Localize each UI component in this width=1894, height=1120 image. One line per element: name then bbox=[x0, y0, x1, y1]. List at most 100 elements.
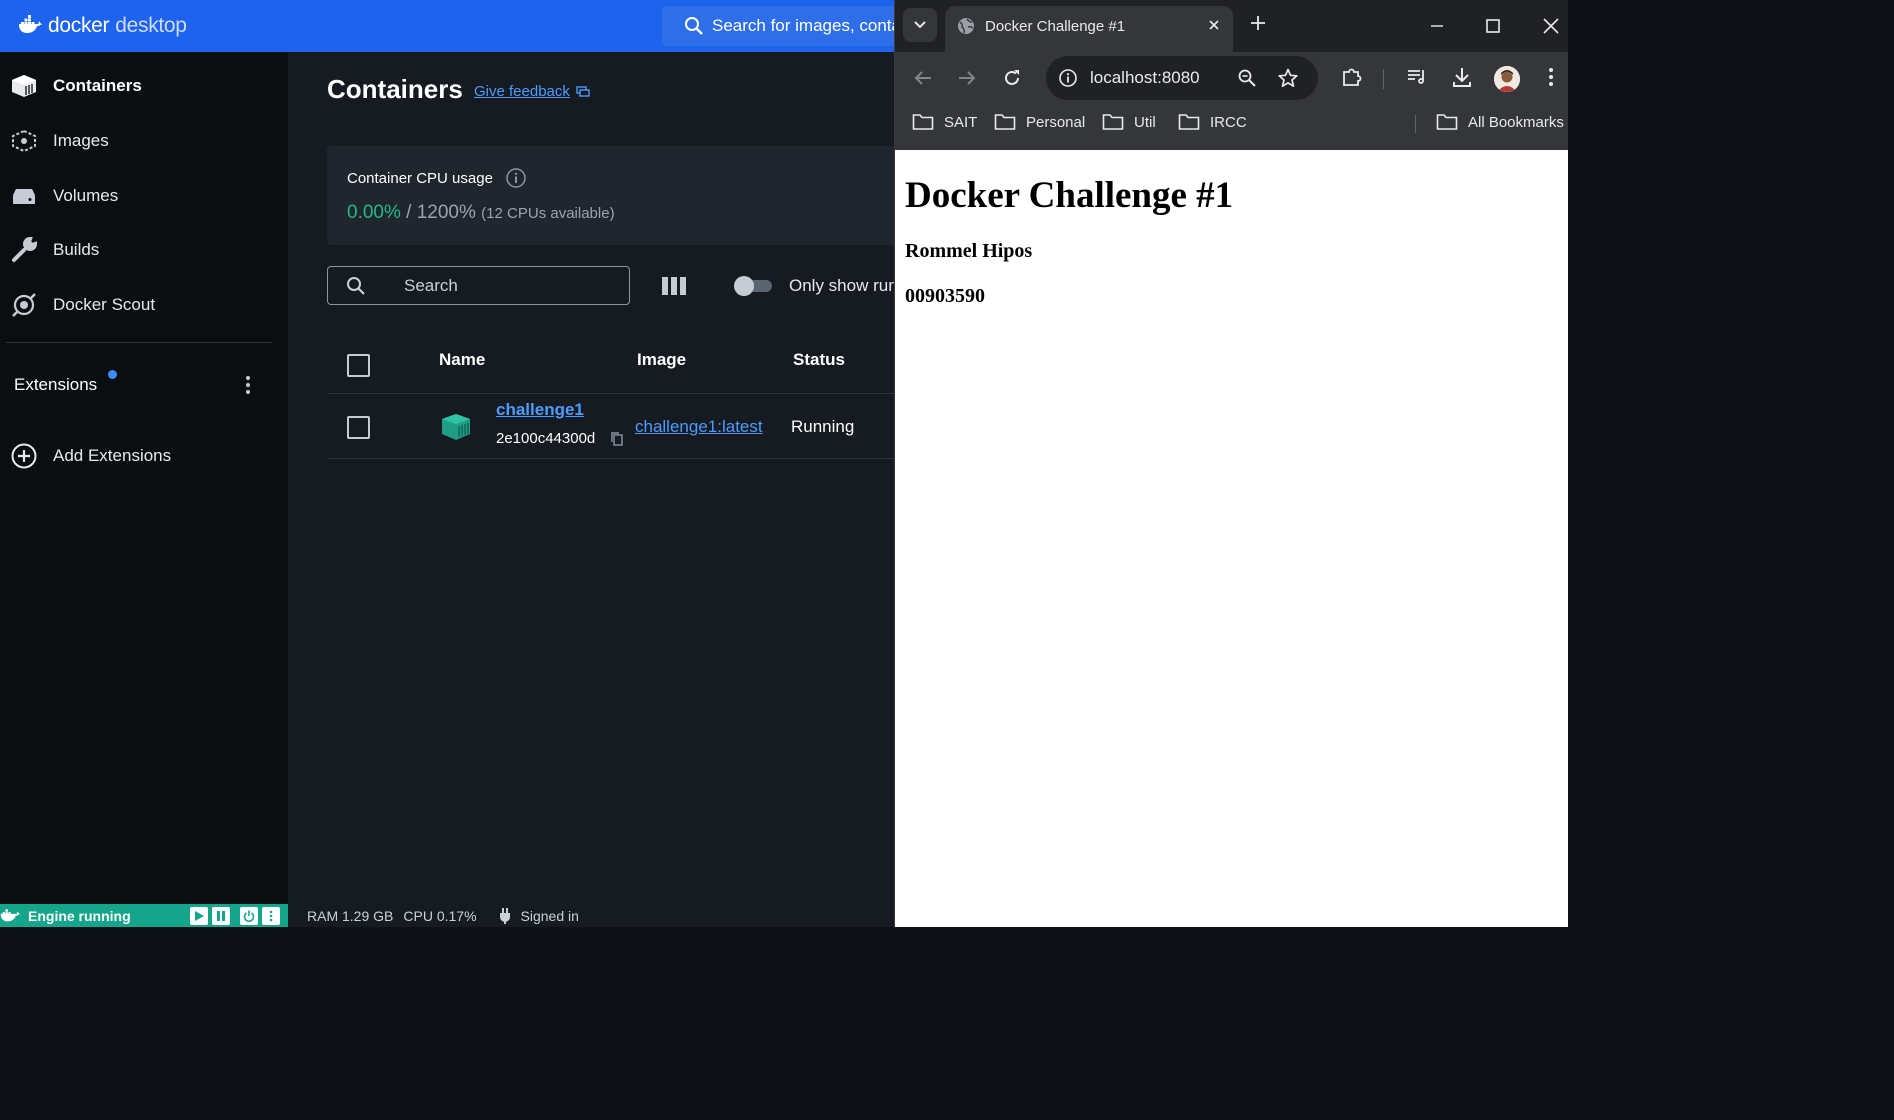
cpu-usage-card: Container CPU usage 0.00% / 1200% (12 CP… bbox=[327, 146, 907, 245]
scout-icon bbox=[10, 291, 38, 319]
cpu-usage-separator: / bbox=[406, 202, 412, 223]
sidebar-item-label: Builds bbox=[53, 240, 100, 259]
container-status: Running bbox=[791, 417, 855, 436]
browser-tab[interactable]: Docker Challenge #1 bbox=[945, 6, 1233, 52]
column-header-image[interactable]: Image bbox=[637, 350, 686, 370]
sidebar-item-images[interactable]: Images bbox=[0, 119, 288, 163]
search-input[interactable]: Search bbox=[327, 266, 630, 305]
extensions-label[interactable]: Extensions bbox=[14, 375, 97, 395]
zoom-out-icon[interactable] bbox=[1238, 69, 1256, 87]
folder-icon bbox=[994, 114, 1016, 130]
sidebar-item-label: Volumes bbox=[53, 186, 119, 205]
close-window-icon[interactable] bbox=[1542, 17, 1560, 35]
address-bar[interactable]: localhost:8080 bbox=[1046, 56, 1318, 100]
page-title: Containers bbox=[327, 74, 463, 104]
volumes-icon bbox=[10, 182, 38, 210]
search-placeholder: Search bbox=[404, 275, 458, 295]
toolbar: localhost:8080 SAIT Personal Util IRCC A… bbox=[895, 52, 1568, 150]
site-info-icon[interactable] bbox=[1058, 68, 1078, 88]
docker-logo[interactable]: docker desktop bbox=[18, 12, 187, 40]
sidebar-item-containers[interactable]: Containers bbox=[0, 64, 288, 108]
toggle-knob bbox=[734, 276, 754, 296]
web-page-content: Docker Challenge #1 Rommel Hipos 0090359… bbox=[895, 150, 1568, 927]
cpu-usage: CPU 0.17% bbox=[403, 908, 477, 924]
column-header-name[interactable]: Name bbox=[439, 350, 485, 370]
global-search[interactable]: Search for images, containers, volumes, … bbox=[662, 6, 902, 46]
sidebar: Containers Images Volumes Builds Docker … bbox=[0, 52, 288, 904]
bookmark-util[interactable]: Util bbox=[1102, 113, 1156, 131]
folder-icon bbox=[1178, 114, 1200, 130]
avatar-icon bbox=[1494, 66, 1520, 92]
sidebar-item-builds[interactable]: Builds bbox=[0, 228, 288, 272]
author-name: Rommel Hipos bbox=[905, 240, 1033, 262]
table-header: Name Image Status bbox=[327, 338, 897, 394]
columns-icon[interactable] bbox=[662, 277, 686, 295]
engine-more-icon[interactable] bbox=[262, 907, 280, 925]
containers-icon bbox=[10, 72, 38, 100]
folder-icon bbox=[1436, 114, 1458, 130]
reading-list-icon[interactable] bbox=[1407, 66, 1427, 86]
extensions-notification-dot bbox=[108, 370, 117, 379]
bookmarks-separator bbox=[1415, 115, 1416, 133]
power-icon[interactable] bbox=[240, 907, 258, 925]
add-extensions-label: Add Extensions bbox=[53, 446, 172, 465]
container-running-icon bbox=[442, 414, 470, 440]
cpu-available: (12 CPUs available) bbox=[481, 205, 615, 222]
add-extensions-button[interactable]: Add Extensions bbox=[0, 434, 288, 478]
give-feedback-link[interactable]: Give feedback bbox=[474, 83, 590, 100]
download-icon[interactable] bbox=[1451, 66, 1473, 88]
profile-avatar[interactable] bbox=[1494, 66, 1520, 92]
add-circle-icon bbox=[10, 442, 38, 470]
tab-search-button[interactable] bbox=[903, 8, 937, 42]
brand-main: docker bbox=[48, 14, 110, 37]
back-icon[interactable] bbox=[913, 68, 933, 88]
bookmark-personal[interactable]: Personal bbox=[994, 113, 1085, 131]
bookmark-ircc[interactable]: IRCC bbox=[1178, 113, 1247, 131]
container-name-link[interactable]: challenge1 bbox=[496, 400, 584, 420]
container-image-link[interactable]: challenge1:latest bbox=[635, 417, 763, 437]
sidebar-divider bbox=[6, 342, 272, 343]
bookmark-star-icon[interactable] bbox=[1278, 68, 1298, 88]
row-checkbox[interactable] bbox=[347, 416, 370, 439]
brand-sub: desktop bbox=[115, 14, 187, 37]
bookmark-label: IRCC bbox=[1210, 113, 1247, 131]
sidebar-item-volumes[interactable]: Volumes bbox=[0, 174, 288, 218]
url-text: localhost:8080 bbox=[1090, 68, 1200, 87]
signed-in-status[interactable]: Signed in bbox=[521, 908, 579, 924]
folder-icon bbox=[912, 114, 934, 130]
copy-icon[interactable] bbox=[610, 431, 624, 447]
all-bookmarks[interactable]: All Bookmarks bbox=[1436, 113, 1564, 131]
sidebar-item-label: Docker Scout bbox=[53, 295, 156, 314]
images-icon bbox=[10, 127, 38, 155]
forward-icon[interactable] bbox=[957, 68, 977, 88]
info-icon[interactable] bbox=[505, 167, 527, 189]
select-all-checkbox[interactable] bbox=[347, 354, 370, 377]
global-search-placeholder: Search for images, containers, volumes, … bbox=[712, 16, 902, 35]
feedback-icon bbox=[576, 85, 590, 97]
play-icon[interactable] bbox=[190, 907, 208, 925]
extensions-puzzle-icon[interactable] bbox=[1341, 66, 1363, 88]
column-header-status[interactable]: Status bbox=[793, 350, 845, 370]
tab-title: Docker Challenge #1 bbox=[985, 18, 1126, 35]
ram-usage: RAM 1.29 GB bbox=[307, 908, 394, 924]
browser-menu-icon[interactable] bbox=[1548, 67, 1554, 87]
close-icon[interactable] bbox=[1207, 18, 1221, 32]
minimize-icon[interactable] bbox=[1429, 18, 1445, 34]
pause-icon[interactable] bbox=[212, 907, 230, 925]
sidebar-item-label: Containers bbox=[53, 76, 142, 95]
new-tab-icon[interactable] bbox=[1249, 14, 1267, 32]
resource-stats: RAM 1.29 GB CPU 0.17% Signed in bbox=[307, 908, 579, 924]
engine-status[interactable]: Engine running bbox=[0, 904, 288, 927]
only-show-running-toggle[interactable] bbox=[734, 276, 772, 296]
bookmark-label: Util bbox=[1134, 113, 1156, 131]
bookmark-sait[interactable]: SAIT bbox=[912, 113, 977, 131]
sidebar-item-docker-scout[interactable]: Docker Scout bbox=[0, 283, 288, 327]
page-heading: Docker Challenge #1 bbox=[905, 175, 1234, 216]
more-options-icon[interactable] bbox=[238, 373, 258, 397]
chevron-down-icon bbox=[914, 21, 926, 29]
maximize-icon[interactable] bbox=[1485, 18, 1501, 34]
reload-icon[interactable] bbox=[1002, 68, 1022, 88]
globe-icon bbox=[958, 18, 974, 34]
tab-strip: Docker Challenge #1 bbox=[895, 0, 1568, 52]
table-row[interactable]: challenge1 2e100c44300d challenge1:lates… bbox=[327, 395, 897, 459]
